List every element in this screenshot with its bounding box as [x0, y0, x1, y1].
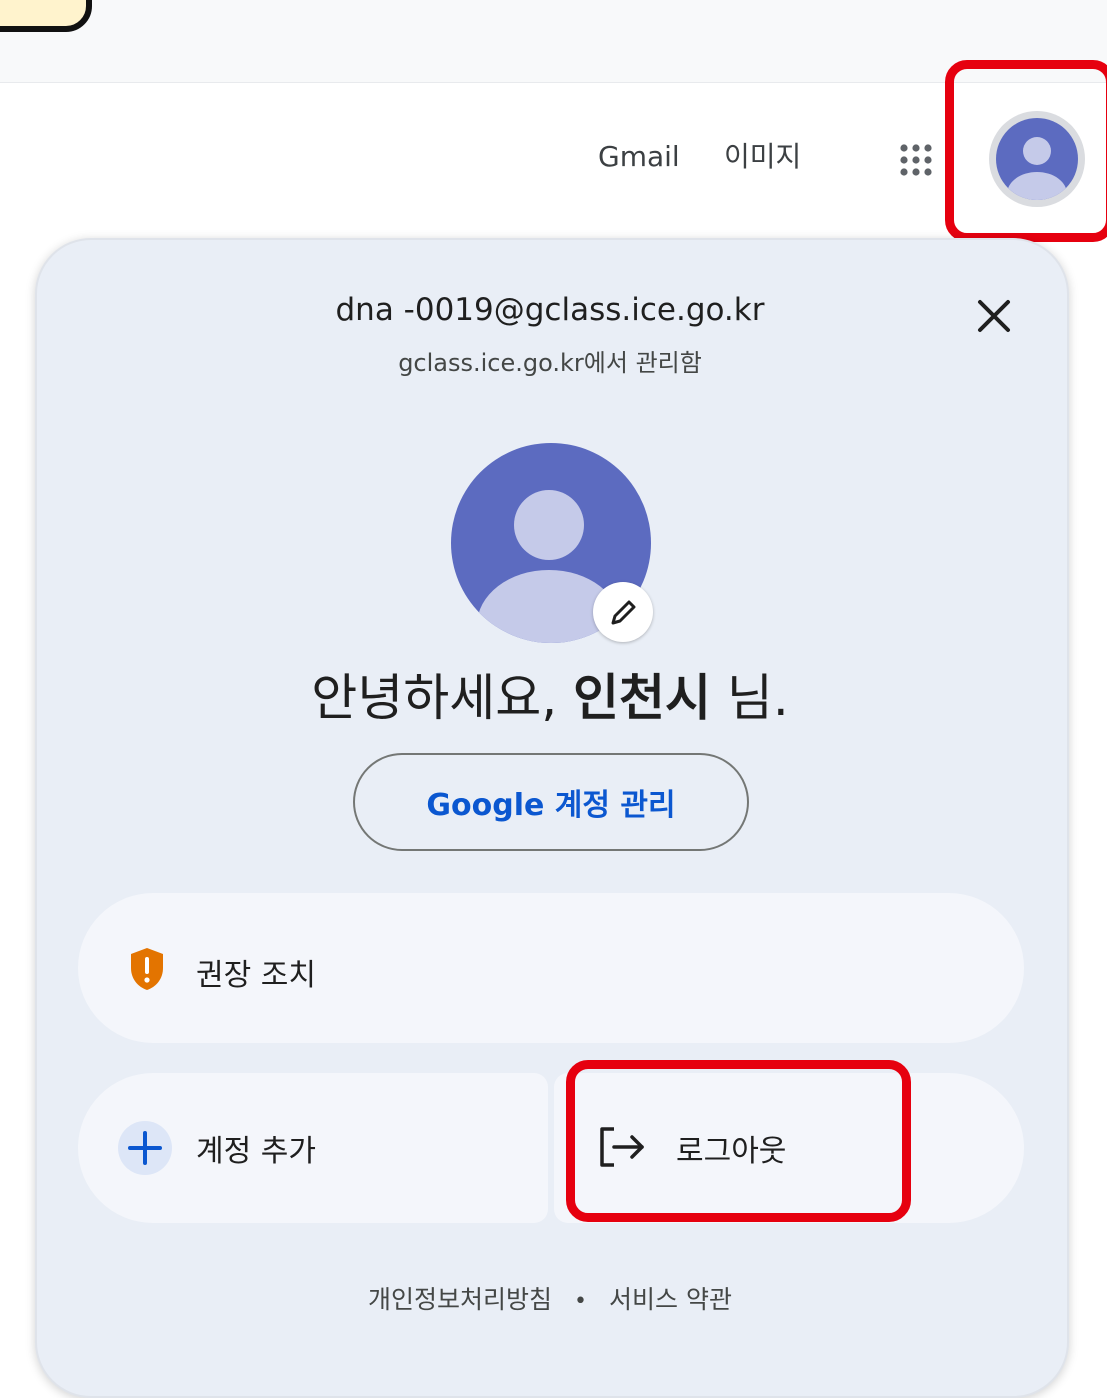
manage-google-account-button[interactable]: Google 계정 관리: [353, 753, 749, 851]
greeting-prefix: 안녕하세요,: [311, 669, 573, 727]
close-icon[interactable]: [966, 288, 1022, 344]
footer-links: 개인정보처리방침 • 서비스 약관: [200, 1280, 900, 1316]
edit-photo-button[interactable]: [593, 582, 653, 642]
greeting-text: 안녕하세요, 인천시 님.: [150, 658, 950, 730]
pencil-icon: [611, 600, 636, 625]
account-email: dna -0019@gclass.ice.go.kr: [335, 292, 765, 328]
add-account-label: 계정 추가: [196, 1134, 316, 1169]
managed-by-text: gclass.ice.go.kr에서 관리함: [398, 349, 702, 377]
terms-of-service-link[interactable]: 서비스 약관: [609, 1285, 732, 1314]
images-link[interactable]: 이미지: [724, 143, 801, 171]
user-name: 인천시: [573, 669, 711, 727]
callout-marker: [0, 0, 92, 32]
shield-exclamation-icon: [131, 948, 163, 990]
apps-grid-icon[interactable]: [896, 140, 936, 180]
greeting-suffix: 님.: [711, 669, 789, 727]
highlight-box-logout: [566, 1060, 911, 1222]
top-bar: [0, 0, 1107, 83]
separator-dot: •: [574, 1289, 588, 1314]
plus-icon: [118, 1121, 172, 1175]
recommended-actions-label: 권장 조치: [196, 958, 316, 993]
gmail-link[interactable]: Gmail: [598, 143, 680, 171]
highlight-box-avatar: [945, 60, 1107, 242]
privacy-policy-link[interactable]: 개인정보처리방침: [368, 1285, 552, 1314]
